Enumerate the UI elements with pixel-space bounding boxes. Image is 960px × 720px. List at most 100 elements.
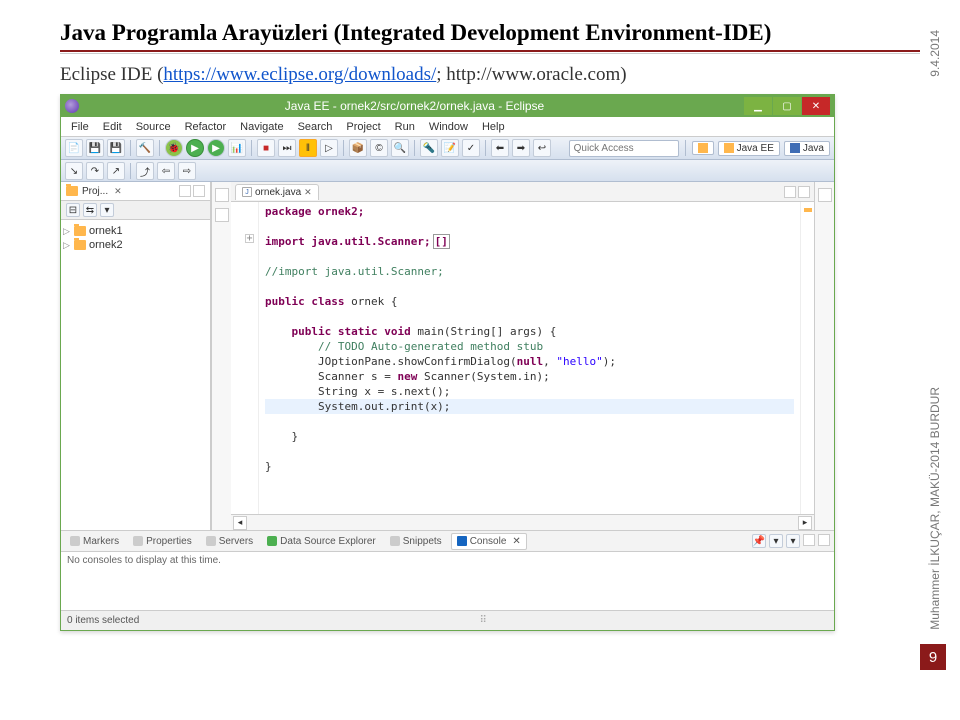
scroll-left-button[interactable]: ◂ [233,516,247,530]
console-icon [457,536,467,546]
expand-icon[interactable]: ▷ [63,226,71,237]
close-button[interactable]: ✕ [802,97,830,115]
menu-project[interactable]: Project [340,119,386,135]
tab-markers[interactable]: Markers [65,534,124,549]
perspective-java[interactable]: Java [784,141,830,156]
project-icon [74,240,86,250]
slide-subtitle: Eclipse IDE (https://www.eclipse.org/dow… [60,64,920,86]
tab-label: Servers [219,536,253,547]
project-explorer-tab[interactable]: Proj... ✕ [61,182,210,201]
maximize-bottom-button[interactable] [818,534,830,546]
tab-snippets[interactable]: Snippets [385,534,447,549]
tab-data-source-explorer[interactable]: Data Source Explorer [262,534,381,549]
outline-view-button[interactable] [215,188,229,202]
tree-item-ornek1[interactable]: ▷ ornek1 [63,224,208,238]
menu-file[interactable]: File [65,119,95,135]
nav-back-button[interactable]: ⇦ [157,162,175,180]
code-content[interactable]: package ornek2; import java.util.Scanner… [259,202,800,514]
snippets-icon [390,536,400,546]
menu-refactor[interactable]: Refactor [179,119,233,135]
pause-button[interactable]: ‖ [299,139,317,157]
forward-button[interactable]: ➡ [512,139,530,157]
project-explorer-label: Proj... [82,186,108,197]
menu-search[interactable]: Search [292,119,339,135]
save-all-button[interactable]: 💾 [107,139,125,157]
resume-button[interactable]: ▷ [320,139,338,157]
open-perspective-button[interactable] [692,141,714,155]
minimize-editor-button[interactable] [784,186,796,198]
menu-source[interactable]: Source [130,119,177,135]
nav-fwd-button[interactable]: ⇨ [178,162,196,180]
collapse-all-button[interactable]: ⊟ [66,203,80,217]
debug-button[interactable]: 🐞 [165,139,183,157]
eclipse-link[interactable]: https://www.eclipse.org/downloads/ [163,64,436,85]
tab-console[interactable]: Console✕ [451,533,527,550]
code-line: Scanner s = new Scanner(System.in); [265,370,550,383]
run-button[interactable]: ▶ [186,139,204,157]
code-editor[interactable]: + package ornek2; import java.util.Scann… [231,202,814,514]
maximize-button[interactable]: ▢ [773,97,801,115]
close-icon[interactable]: ✕ [304,187,312,198]
stop-button[interactable]: ■ [257,139,275,157]
open-console-button[interactable]: ▾ [786,534,800,548]
annotations-button[interactable]: 📝 [441,139,459,157]
open-type-button[interactable]: 🔍 [391,139,409,157]
menu-window[interactable]: Window [423,119,474,135]
new-button[interactable]: 📄 [65,139,83,157]
close-icon[interactable]: ✕ [512,536,520,547]
outline-button[interactable] [818,188,832,202]
pin-console-button[interactable]: 📌 [752,534,766,548]
new-class-button[interactable]: © [370,139,388,157]
close-icon[interactable]: ✕ [114,186,122,197]
drop-frame-button[interactable]: ⤴ [136,162,154,180]
display-console-button[interactable]: ▾ [769,534,783,548]
code-line: } [265,460,272,473]
tasklist-view-button[interactable] [215,208,229,222]
menu-edit[interactable]: Edit [97,119,128,135]
menu-navigate[interactable]: Navigate [234,119,289,135]
new-package-button[interactable]: 📦 [349,139,367,157]
warning-marker-icon[interactable] [804,208,812,212]
run-ext-button[interactable]: ▶ [207,139,225,157]
menu-help[interactable]: Help [476,119,511,135]
fold-expand-icon[interactable]: + [245,234,254,243]
perspective-javaee-label: Java EE [737,143,774,154]
status-grip-icon: ⠿ [479,615,487,626]
build-button[interactable]: 🔨 [136,139,154,157]
editor-tab-ornek[interactable]: J ornek.java ✕ [235,184,319,200]
subtitle-prefix: Eclipse IDE ( [60,64,163,85]
menu-run[interactable]: Run [389,119,421,135]
horizontal-scrollbar[interactable]: ◂ ▸ [231,514,814,530]
step-over-button[interactable]: ↷ [86,162,104,180]
step-into-button[interactable]: ↘ [65,162,83,180]
code-line: // TODO Auto-generated method stub [265,340,543,353]
step-return-button[interactable]: ↗ [107,162,125,180]
expand-icon[interactable]: ▷ [63,240,71,251]
skip-button[interactable]: ⏭ [278,139,296,157]
tab-properties[interactable]: Properties [128,534,197,549]
perspective-javaee[interactable]: Java EE [718,141,780,156]
code-line: } [265,430,298,443]
tab-servers[interactable]: Servers [201,534,258,549]
minimize-bottom-button[interactable] [803,534,815,546]
toolbar-main: 📄 💾 💾 🔨 🐞 ▶ ▶ 📊 ■ ⏭ ‖ ▷ 📦 © 🔍 🔦 📝 ✓ ⬅ [61,137,834,160]
view-menu-button[interactable]: ▾ [100,203,114,217]
separator [414,140,415,156]
tree-item-ornek2[interactable]: ▷ ornek2 [63,238,208,252]
scroll-right-button[interactable]: ▸ [798,516,812,530]
code-line: public static void main(String[] args) { [265,325,556,338]
tasks-button[interactable]: ✓ [462,139,480,157]
last-edit-button[interactable]: ↩ [533,139,551,157]
save-button[interactable]: 💾 [86,139,104,157]
project-icon [74,226,86,236]
minimize-view-button[interactable] [179,185,191,197]
maximize-view-button[interactable] [193,185,205,197]
link-editor-button[interactable]: ⇆ [83,203,97,217]
back-button[interactable]: ⬅ [491,139,509,157]
properties-icon [133,536,143,546]
maximize-editor-button[interactable] [798,186,810,198]
minimize-button[interactable]: ▁ [744,97,772,115]
quick-access-input[interactable] [569,140,679,157]
coverage-button[interactable]: 📊 [228,139,246,157]
search-button[interactable]: 🔦 [420,139,438,157]
